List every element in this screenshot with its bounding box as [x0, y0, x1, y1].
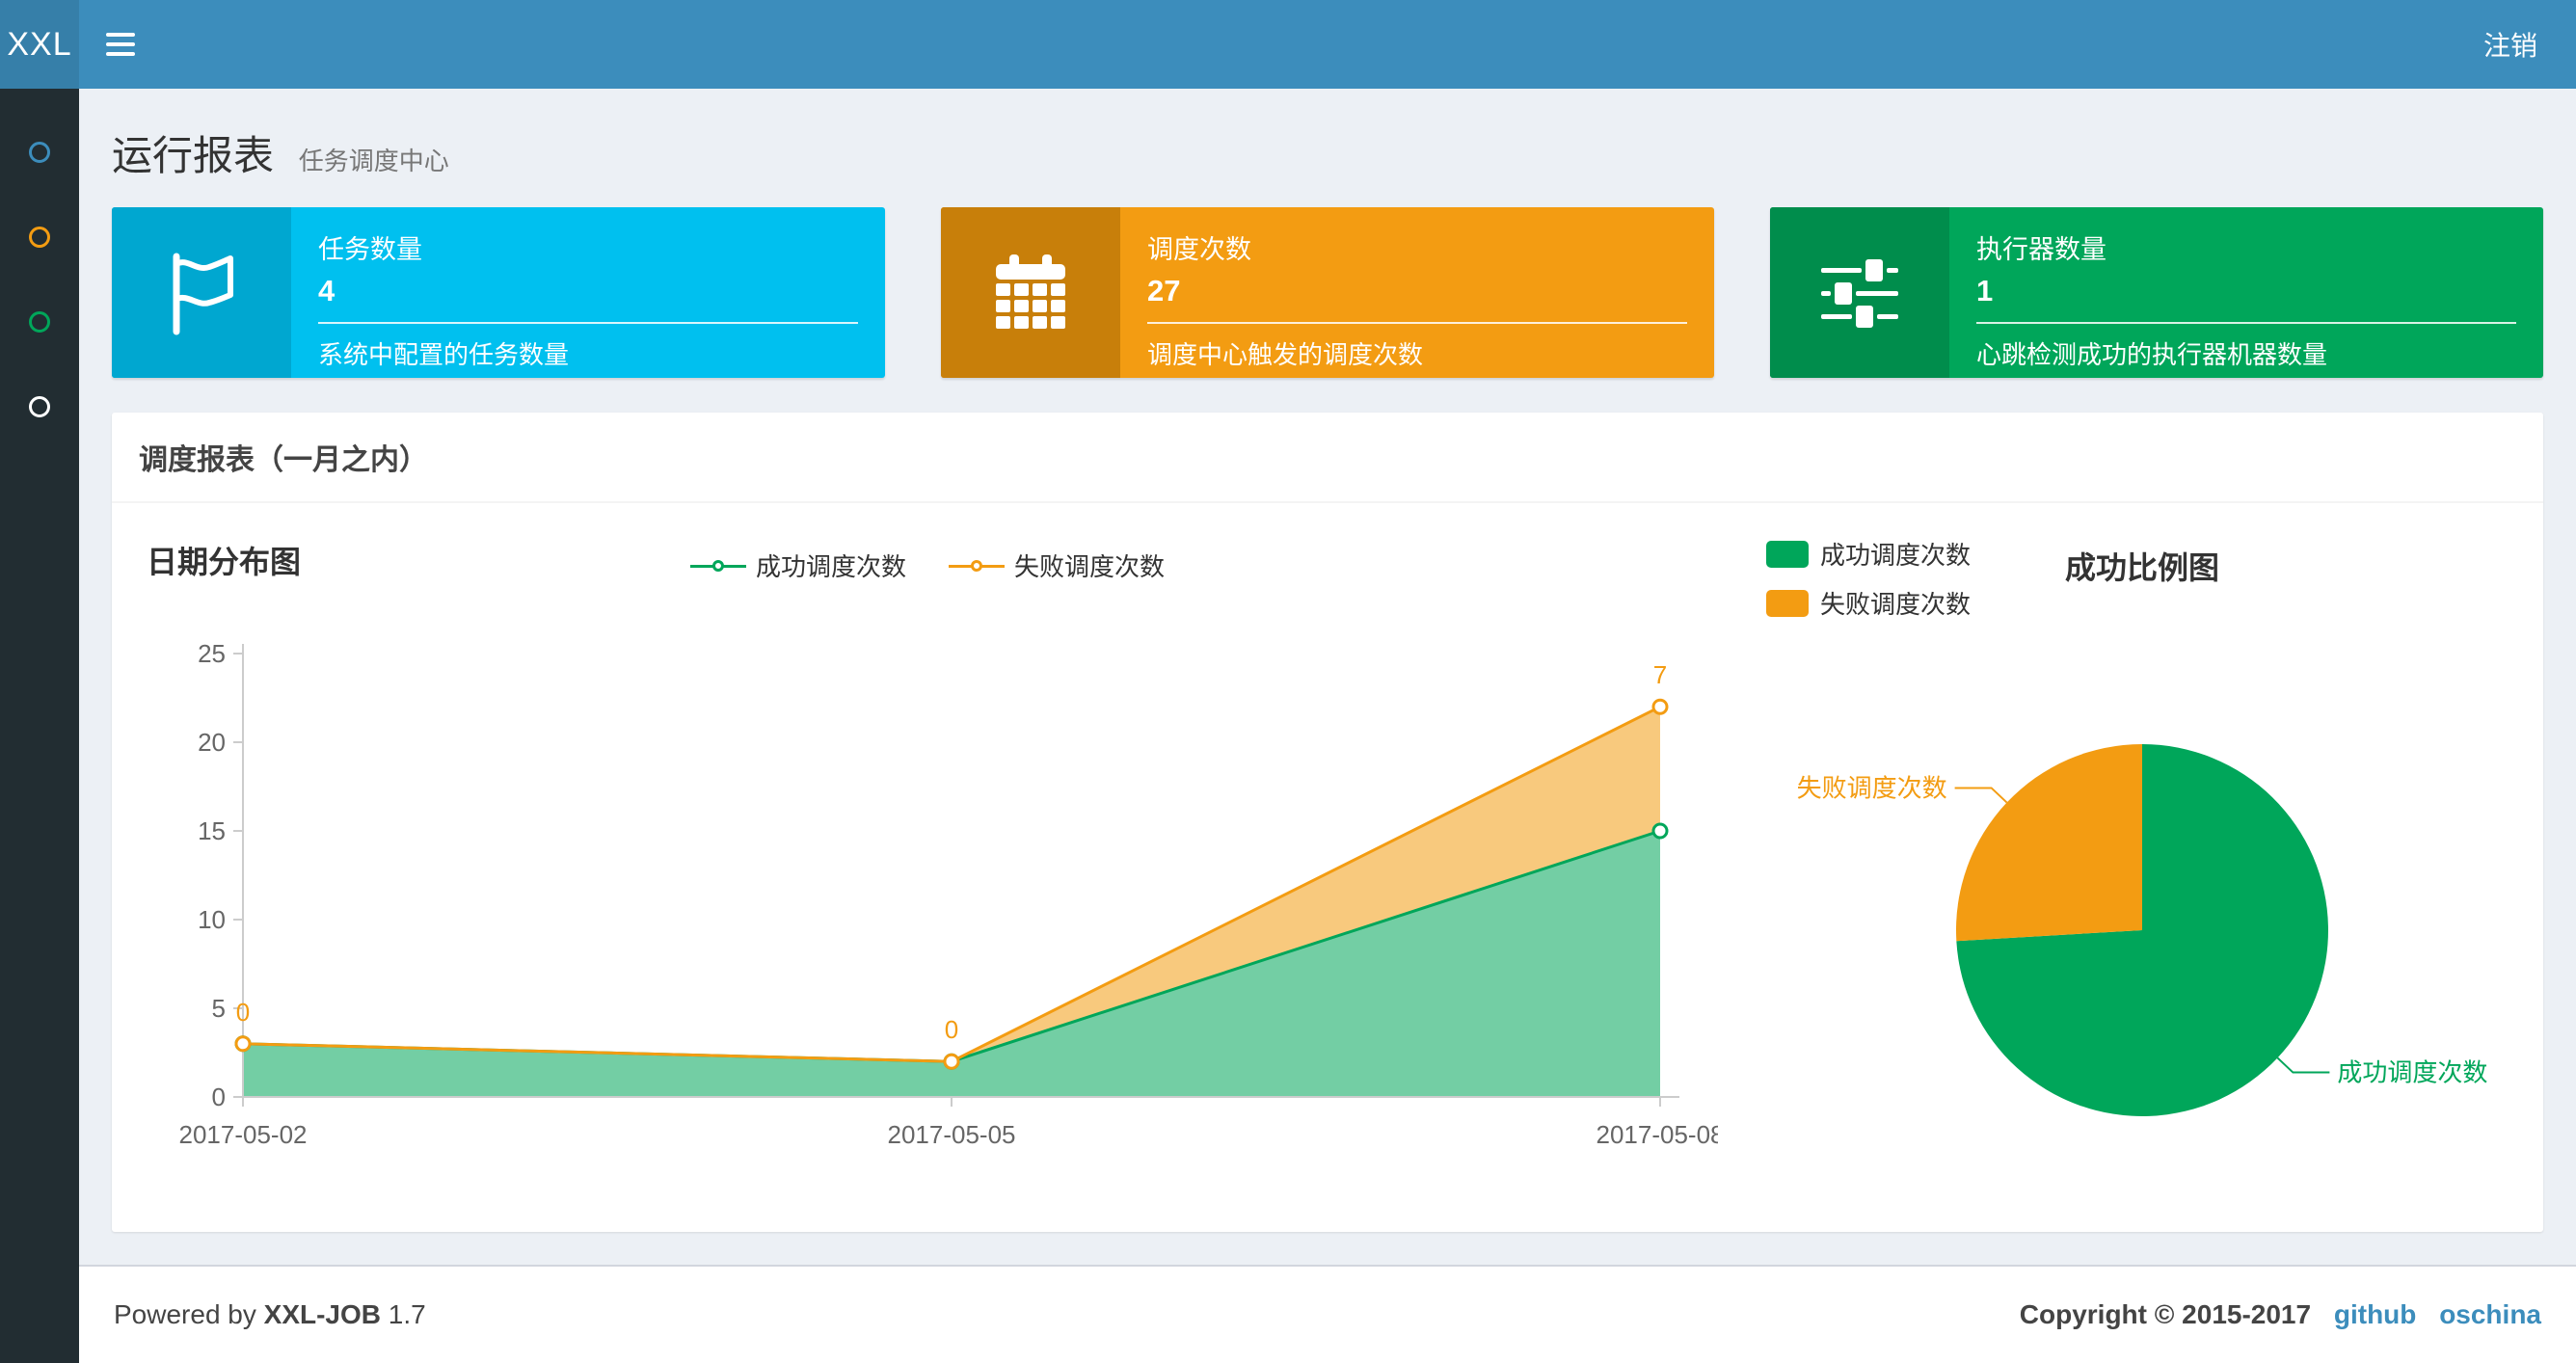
calendar-icon: [941, 207, 1120, 378]
copyright: Copyright © 2015-2017 github oschina: [2019, 1299, 2541, 1329]
pie-chart-svg: 成功调度次数 失败调度次数: [1797, 744, 2487, 1116]
main-footer: Powered by XXL-JOB 1.7 Copyright © 2015-…: [79, 1265, 2576, 1363]
flag-icon: [112, 207, 291, 378]
powered-by: Powered by XXL-JOB 1.7: [114, 1299, 426, 1329]
svg-text:0: 0: [945, 1015, 958, 1044]
line-legend-marker-fail: [949, 557, 1005, 575]
sidebar-item-3[interactable]: [0, 364, 79, 449]
svg-text:7: 7: [1653, 660, 1667, 689]
info-box-value: 4: [318, 274, 335, 307]
pie-legend-swatch-fail: [1766, 589, 1809, 617]
line-chart-legend: 成功调度次数 失败调度次数: [689, 548, 1165, 583]
line-legend-marker-success: [689, 557, 746, 575]
svg-text:0: 0: [236, 998, 250, 1027]
line-chart-svg: 05101520252017-05-02 2017-05-05 2017-05-08…: [179, 639, 1719, 1149]
info-boxes-row: 任务数量 4 系统中配置的任务数量 调度次数 27 调度中心触发的调度次数 执行…: [112, 207, 2543, 378]
navbar: 注销: [79, 0, 2576, 89]
info-box-jobs: 任务数量 4 系统中配置的任务数量: [112, 207, 885, 378]
svg-text:失败调度次数: 失败调度次数: [1797, 773, 1947, 802]
page-title: 运行报表 任务调度中心: [112, 133, 449, 178]
svg-text:2017-05-08: 2017-05-08: [1597, 1120, 1719, 1149]
content-wrapper: 运行报表 任务调度中心 任务数量 4 系统中配置的任务数量 调度次数 27 调度…: [79, 89, 2576, 1232]
oschina-link[interactable]: oschina: [2439, 1299, 2541, 1329]
main-header: XXL 注销: [0, 0, 2576, 89]
line-chart-title: 日期分布图: [147, 545, 302, 579]
circle-icon: [29, 311, 50, 333]
sidebar-item-1[interactable]: [0, 195, 79, 280]
info-box-label: 执行器数量: [1976, 235, 2106, 264]
svg-text:10: 10: [198, 905, 226, 934]
divider: [1147, 322, 1687, 324]
logout-link[interactable]: 注销: [2445, 0, 2576, 89]
svg-text:20: 20: [198, 728, 226, 757]
info-box-value: 1: [1976, 274, 1994, 307]
content-header: 运行报表 任务调度中心: [112, 89, 2543, 207]
sidebar-toggle-button[interactable]: [79, 0, 162, 89]
svg-text:25: 25: [198, 639, 226, 668]
info-box-description: 心跳检测成功的执行器机器数量: [1976, 340, 2328, 369]
circle-icon: [29, 142, 50, 163]
sidebar-item-0[interactable]: [0, 110, 79, 195]
pie-legend-item-fail[interactable]: 失败调度次数: [1766, 585, 1971, 621]
report-panel-title: 调度报表（一月之内）: [139, 444, 428, 476]
circle-icon: [29, 396, 50, 417]
svg-text:成功调度次数: 成功调度次数: [2337, 1058, 2487, 1087]
svg-text:0: 0: [212, 1082, 226, 1111]
pie-chart-legend: 成功调度次数 失败调度次数: [1766, 536, 1971, 621]
divider: [1976, 322, 2516, 324]
info-box-triggers: 调度次数 27 调度中心触发的调度次数: [941, 207, 1714, 378]
info-box-value: 27: [1147, 274, 1181, 307]
svg-text:2017-05-05: 2017-05-05: [888, 1120, 1016, 1149]
circle-icon: [29, 227, 50, 248]
logo[interactable]: XXL: [0, 0, 79, 89]
info-box-executors: 执行器数量 1 心跳检测成功的执行器机器数量: [1770, 207, 2543, 378]
brand: XXL-JOB: [263, 1299, 382, 1329]
sliders-icon: [1770, 207, 1949, 378]
github-link[interactable]: github: [2334, 1299, 2417, 1329]
svg-text:2017-05-02: 2017-05-02: [179, 1120, 308, 1149]
info-box-description: 系统中配置的任务数量: [318, 340, 570, 369]
info-box-label: 任务数量: [318, 235, 422, 264]
sidebar: [0, 89, 79, 1363]
divider: [318, 322, 858, 324]
page-subtitle: 任务调度中心: [298, 147, 449, 175]
svg-text:15: 15: [198, 816, 226, 845]
pie-chart: 成功比例图 成功调度次数 失败调度次数 成功调度次数 失败调度次数: [1766, 522, 2518, 1213]
report-panel-header: 调度报表（一月之内）: [112, 413, 2543, 503]
pie-legend-item-success[interactable]: 成功调度次数: [1766, 536, 1971, 572]
report-panel: 调度报表（一月之内） 日期分布图 成功调度次数 失败调度次数 0 5 10 15 20 2…: [112, 413, 2543, 1232]
hamburger-icon: [106, 33, 135, 37]
pie-legend-swatch-success: [1766, 540, 1809, 568]
svg-text:5: 5: [212, 994, 226, 1023]
sidebar-item-2[interactable]: [0, 280, 79, 364]
line-chart: 日期分布图 成功调度次数 失败调度次数 0 5 10 15 20 25 2017-05-02…: [137, 522, 1718, 1213]
info-box-label: 调度次数: [1147, 235, 1251, 264]
legend-item-fail[interactable]: 失败调度次数: [949, 548, 1165, 583]
info-box-description: 调度中心触发的调度次数: [1147, 340, 1424, 369]
legend-item-success[interactable]: 成功调度次数: [689, 548, 906, 583]
